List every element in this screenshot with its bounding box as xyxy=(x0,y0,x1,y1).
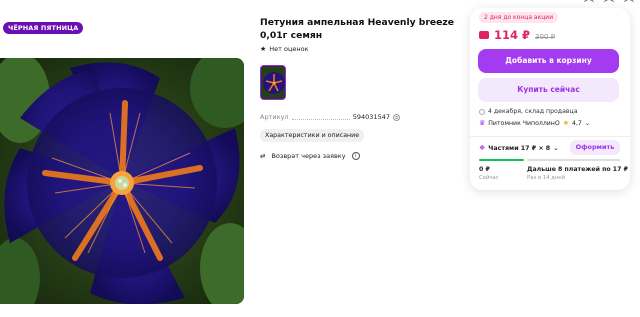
star-icon: ★ xyxy=(260,45,267,53)
installment-logo-icon: ❖ xyxy=(479,144,486,152)
petunia-flower-image xyxy=(0,58,244,304)
pay-now-amount: 0 ₽ xyxy=(479,166,490,173)
installment-progress-remaining xyxy=(527,159,620,161)
installment-progress-paid xyxy=(479,159,524,161)
delivery-text: 4 декабря, склад продавца xyxy=(488,108,578,115)
shop-icon: ♛ xyxy=(479,119,486,127)
delivery-info: 4 декабря, склад продавца xyxy=(479,108,578,115)
seller-name[interactable]: Питомник ЧиполлинО xyxy=(488,120,559,127)
rating-text: Нет оценок xyxy=(269,45,309,53)
rating-row[interactable]: ★ Нет оценок xyxy=(260,45,309,53)
pay-later-amount: Дальше 8 платежей по 17 ₽ xyxy=(527,166,628,173)
return-text: Возврат через заявку xyxy=(271,152,346,160)
price-row: 114 ₽ 300 ₽ xyxy=(479,28,555,42)
add-to-cart-button[interactable]: Добавить в корзину xyxy=(478,49,619,73)
article-value: 594031547 xyxy=(352,113,390,121)
copy-icon[interactable]: ⧉ xyxy=(393,113,400,121)
favorite-icon[interactable]: ⌒ xyxy=(624,0,634,11)
installment-row[interactable]: ❖ Частями 17 ₽ × 8 ⌄ xyxy=(479,144,558,152)
buy-now-button[interactable]: Купить сейчас xyxy=(478,78,619,102)
chevron-down-icon[interactable]: ⌄ xyxy=(553,145,558,152)
deal-countdown-badge: 2 дня до конца акции xyxy=(479,12,559,23)
star-icon: ★ xyxy=(562,119,570,127)
dotted-leader xyxy=(291,115,350,120)
return-icon: ⇄ xyxy=(260,152,266,160)
installment-text: Частями 17 ₽ × 8 xyxy=(488,144,551,152)
old-price: 300 ₽ xyxy=(535,33,556,41)
product-title: Петуния ампельная Heavenly breeze 0,01г … xyxy=(260,17,454,41)
black-friday-badge: ЧЁРНАЯ ПЯТНИЦА xyxy=(3,22,84,34)
thumbnail-flower-icon xyxy=(261,66,285,99)
wallet-icon xyxy=(479,31,489,39)
return-row: ⇄ Возврат через заявку i xyxy=(260,152,360,160)
pay-later-label: Раз в 14 дней xyxy=(527,175,565,181)
article-label: Артикул xyxy=(260,113,289,121)
pay-now-label: Сейчас xyxy=(479,175,499,181)
buy-card: 2 дня до конца акции 114 ₽ 300 ₽ Добавит… xyxy=(470,8,630,190)
specs-description-chip[interactable]: Характеристики и описание xyxy=(260,129,365,142)
seller-row[interactable]: ♛ Питомник ЧиполлинО ★ 4,7 ⌄ xyxy=(479,119,590,127)
product-thumbnail[interactable] xyxy=(260,65,286,100)
seller-rating: 4,7 xyxy=(572,119,582,127)
divider xyxy=(470,136,630,137)
info-icon[interactable]: i xyxy=(351,152,360,160)
product-main-image[interactable] xyxy=(0,58,244,304)
apply-installment-button[interactable]: Оформить xyxy=(570,140,620,155)
article-row: Артикул 594031547 ⧉ xyxy=(260,113,400,121)
current-price: 114 ₽ xyxy=(494,28,531,42)
chevron-down-icon[interactable]: ⌄ xyxy=(585,120,590,127)
clock-icon xyxy=(479,108,485,115)
